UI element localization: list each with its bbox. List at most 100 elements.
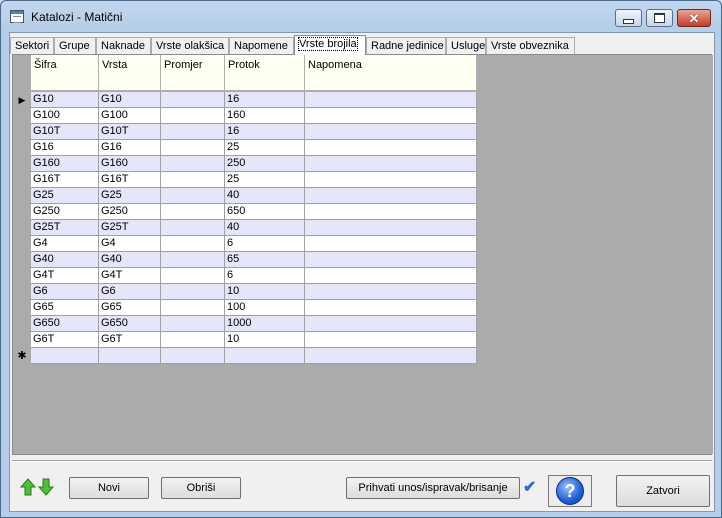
- table-cell[interactable]: [305, 252, 477, 268]
- new-row-cell[interactable]: [225, 348, 305, 364]
- tab-grupe[interactable]: Grupe: [54, 37, 96, 54]
- table-cell[interactable]: [305, 220, 477, 236]
- new-row-indicator-icon[interactable]: ✱: [13, 348, 31, 364]
- table-cell[interactable]: 25: [225, 140, 305, 156]
- table-cell[interactable]: G16: [99, 140, 161, 156]
- table-cell[interactable]: G16: [31, 140, 99, 156]
- table-cell[interactable]: [305, 316, 477, 332]
- table-cell[interactable]: G16T: [99, 172, 161, 188]
- table-cell[interactable]: G4: [99, 236, 161, 252]
- table-cell[interactable]: [161, 92, 225, 108]
- table-cell[interactable]: G40: [99, 252, 161, 268]
- table-cell[interactable]: 6: [225, 268, 305, 284]
- row-header[interactable]: [13, 332, 31, 348]
- column-header[interactable]: Napomena: [305, 55, 477, 91]
- new-button[interactable]: Novi: [69, 477, 149, 499]
- table-cell[interactable]: G250: [99, 204, 161, 220]
- table-cell[interactable]: G6T: [99, 332, 161, 348]
- row-header[interactable]: [13, 252, 31, 268]
- table-cell[interactable]: G160: [31, 156, 99, 172]
- table-cell[interactable]: [305, 172, 477, 188]
- table-cell[interactable]: [305, 284, 477, 300]
- table-cell[interactable]: G10: [99, 92, 161, 108]
- table-cell[interactable]: 16: [225, 92, 305, 108]
- table-cell[interactable]: G65: [31, 300, 99, 316]
- row-header[interactable]: [13, 300, 31, 316]
- table-cell[interactable]: 10: [225, 332, 305, 348]
- table-cell[interactable]: G4T: [31, 268, 99, 284]
- new-row-cell[interactable]: [161, 348, 225, 364]
- table-cell[interactable]: 40: [225, 188, 305, 204]
- table-cell[interactable]: G25T: [99, 220, 161, 236]
- table-cell[interactable]: 40: [225, 220, 305, 236]
- table-cell[interactable]: G65: [99, 300, 161, 316]
- table-cell[interactable]: G10T: [99, 124, 161, 140]
- table-cell[interactable]: [305, 156, 477, 172]
- table-cell[interactable]: 25: [225, 172, 305, 188]
- new-row-cell[interactable]: [99, 348, 161, 364]
- column-header[interactable]: Protok: [225, 55, 305, 91]
- table-cell[interactable]: [161, 284, 225, 300]
- table-cell[interactable]: [161, 172, 225, 188]
- help-button[interactable]: ?: [548, 475, 592, 507]
- table-cell[interactable]: G10T: [31, 124, 99, 140]
- title-bar[interactable]: Katalozi - Matični ✕: [1, 1, 721, 31]
- row-header[interactable]: [13, 284, 31, 300]
- table-cell[interactable]: [161, 268, 225, 284]
- close-button[interactable]: Zatvori: [616, 475, 710, 507]
- table-cell[interactable]: G160: [99, 156, 161, 172]
- table-cell[interactable]: G6T: [31, 332, 99, 348]
- arrow-down-icon[interactable]: [38, 478, 54, 496]
- table-cell[interactable]: 650: [225, 204, 305, 220]
- table-cell[interactable]: [161, 220, 225, 236]
- accept-changes-button[interactable]: Prihvati unos/ispravak/brisanje: [346, 477, 520, 499]
- table-cell[interactable]: [161, 156, 225, 172]
- table-cell[interactable]: G4: [31, 236, 99, 252]
- table-cell[interactable]: [161, 316, 225, 332]
- row-header[interactable]: [13, 236, 31, 252]
- table-cell[interactable]: G650: [99, 316, 161, 332]
- row-header[interactable]: [13, 204, 31, 220]
- table-cell[interactable]: [305, 268, 477, 284]
- table-cell[interactable]: G25T: [31, 220, 99, 236]
- table-cell[interactable]: [161, 252, 225, 268]
- table-cell[interactable]: G6: [99, 284, 161, 300]
- data-grid[interactable]: Šifra Vrsta Promjer Protok Napomena ▶ G10 G10 16…: [13, 55, 713, 454]
- table-cell[interactable]: G250: [31, 204, 99, 220]
- close-window-button[interactable]: ✕: [677, 9, 711, 27]
- table-cell[interactable]: [161, 332, 225, 348]
- new-row-cell[interactable]: [31, 348, 99, 364]
- table-cell[interactable]: [305, 204, 477, 220]
- row-header[interactable]: [13, 108, 31, 124]
- table-cell[interactable]: [305, 332, 477, 348]
- tab-usluge[interactable]: Usluge: [446, 37, 486, 54]
- table-cell[interactable]: [161, 188, 225, 204]
- table-cell[interactable]: G100: [99, 108, 161, 124]
- tab-sektori[interactable]: Sektori: [10, 37, 54, 54]
- table-cell[interactable]: G100: [31, 108, 99, 124]
- new-row-cell[interactable]: [305, 348, 477, 364]
- tab-radne-jedinice[interactable]: Radne jedinice: [366, 37, 446, 54]
- table-cell[interactable]: [305, 140, 477, 156]
- tab-vrste-obveznika[interactable]: Vrste obveznika: [486, 37, 575, 54]
- table-cell[interactable]: [305, 300, 477, 316]
- minimize-button[interactable]: [615, 9, 642, 27]
- row-header[interactable]: [13, 188, 31, 204]
- table-cell[interactable]: [305, 92, 477, 108]
- column-header[interactable]: Promjer: [161, 55, 225, 91]
- tab-naknade[interactable]: Naknade: [96, 37, 151, 54]
- delete-button[interactable]: Obriši: [161, 477, 241, 499]
- table-cell[interactable]: 10: [225, 284, 305, 300]
- table-cell[interactable]: G16T: [31, 172, 99, 188]
- table-cell[interactable]: [305, 236, 477, 252]
- table-cell[interactable]: [161, 300, 225, 316]
- tab-napomene[interactable]: Napomene: [229, 37, 294, 54]
- column-header[interactable]: Vrsta: [99, 55, 161, 91]
- table-cell[interactable]: [305, 188, 477, 204]
- row-header[interactable]: [13, 156, 31, 172]
- table-cell[interactable]: [161, 108, 225, 124]
- tab-vrste-brojila[interactable]: Vrste brojila: [294, 35, 366, 55]
- table-cell[interactable]: G6: [31, 284, 99, 300]
- row-header[interactable]: [13, 316, 31, 332]
- row-header[interactable]: [13, 140, 31, 156]
